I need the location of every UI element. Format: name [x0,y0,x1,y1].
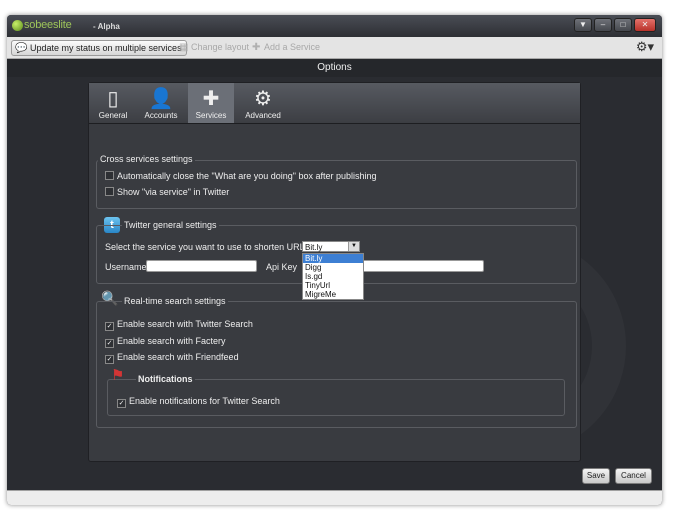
layout-icon: ▦ [179,42,189,53]
cross-services-title: Cross services settings [98,154,195,164]
twitter-settings-title: Twitter general settings [122,220,219,230]
title-bar: sobeeslite - Alpha ▼ – □ ✕ [7,15,662,37]
username-label: Username [105,262,147,272]
api-key-label: Api Key [266,262,298,272]
user-icon: 👤 [148,88,174,110]
auto-close-checkbox[interactable] [105,171,114,180]
factery-checkbox[interactable]: ✓ [105,339,114,348]
cancel-button[interactable]: Cancel [615,468,652,484]
speech-bubble-icon: 💬 [15,43,28,54]
twitter-search-checkbox[interactable]: ✓ [105,322,114,331]
friendfeed-option[interactable]: ✓ Enable search with Friendfeed [105,352,239,364]
username-input[interactable] [146,260,257,272]
status-bar [7,490,662,505]
tab-general[interactable]: ▯ General [90,83,136,123]
notify-twitter-search-option[interactable]: ✓ Enable notifications for Twitter Search [117,396,280,408]
tab-advanced[interactable]: ⚙ Advanced [240,83,286,123]
dropdown-option[interactable]: MigreMe [303,290,363,299]
device-icon: ▯ [107,88,119,110]
notifications-title: Notifications [136,374,195,384]
cross-services-section [96,160,577,209]
options-tabbar: ▯ General 👤 Accounts ✚ Services ⚙ Advanc… [89,83,580,124]
puzzle-icon: ✚ [202,88,220,110]
app-edition: - Alpha [93,22,120,31]
maximize-button[interactable]: □ [614,18,632,32]
shorten-url-label: Select the service you want to use to sh… [105,242,310,252]
sobees-logo-icon [12,20,23,31]
close-button[interactable]: ✕ [634,18,656,32]
notify-twitter-search-checkbox[interactable]: ✓ [117,399,126,408]
app-window: sobeeslite - Alpha ▼ – □ ✕ 💬 Update my s… [7,15,662,505]
tab-accounts[interactable]: 👤 Accounts [138,83,184,123]
dropdown-option[interactable]: Is.gd [303,272,363,281]
tab-services[interactable]: ✚ Services [188,83,234,123]
realtime-settings-title: Real-time search settings [122,296,228,306]
via-service-option[interactable]: Show "via service" in Twitter [105,187,229,197]
minimize-button[interactable]: – [594,18,612,32]
shorten-url-select[interactable]: Bit.ly ▼ [302,241,360,252]
shorten-url-dropdown: Bit.ly Digg Is.gd TinyUrl MigreMe [302,253,364,300]
gears-icon: ⚙ [254,88,272,110]
flag-icon: ⚑ [111,367,125,384]
save-button[interactable]: Save [582,468,610,484]
plus-icon: ✚ [252,42,261,53]
update-status-button[interactable]: 💬 Update my status on multiple services [11,40,187,56]
app-logo: sobeeslite [24,19,72,31]
change-layout-button[interactable]: ▦ Change layout [179,40,249,54]
friendfeed-checkbox[interactable]: ✓ [105,355,114,364]
window-menu-button[interactable]: ▼ [574,18,592,32]
chevron-down-icon[interactable]: ▼ [348,242,359,251]
dropdown-option[interactable]: TinyUrl [303,281,363,290]
api-key-input[interactable] [358,260,484,272]
dropdown-option[interactable]: Bit.ly [303,254,363,263]
gear-icon[interactable]: ⚙▾ [636,39,654,55]
twitter-search-option[interactable]: ✓ Enable search with Twitter Search [105,319,253,331]
page-title: Options [7,59,662,77]
dropdown-option[interactable]: Digg [303,263,363,272]
via-service-checkbox[interactable] [105,187,114,196]
toolbar: 💬 Update my status on multiple services … [7,37,662,59]
factery-option[interactable]: ✓ Enable search with Factery [105,336,226,348]
options-panel: ▯ General 👤 Accounts ✚ Services ⚙ Advanc… [88,82,581,462]
add-service-button[interactable]: ✚ Add a Service [252,40,320,54]
auto-close-option[interactable]: Automatically close the "What are you do… [105,171,377,181]
